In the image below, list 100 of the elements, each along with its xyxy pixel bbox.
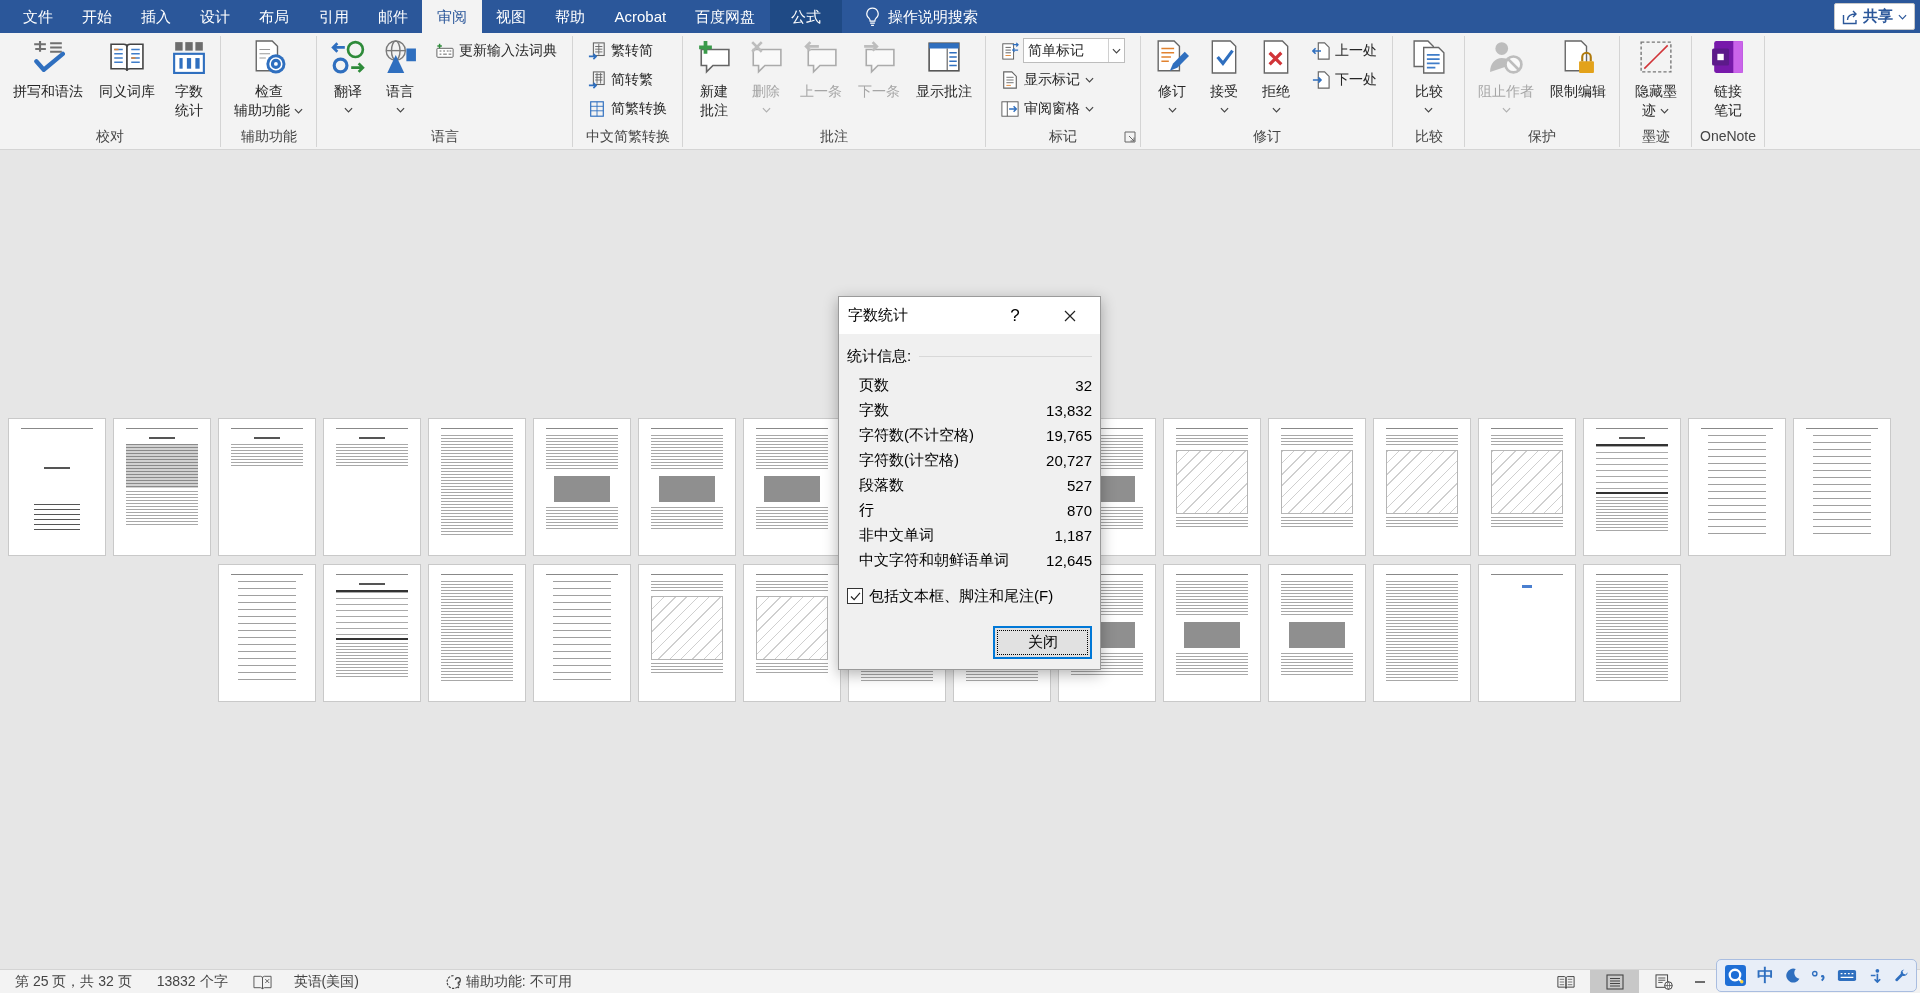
minus-icon: [1695, 980, 1705, 983]
ribbon-small-button[interactable]: 简繁转换: [583, 94, 672, 123]
group-label: 辅助功能: [239, 127, 298, 146]
translate-arrows-icon: [331, 40, 365, 74]
include-checkbox[interactable]: [847, 588, 863, 604]
ribbon-small-button[interactable]: 下一处: [1307, 65, 1382, 94]
group-label: 中文简繁转换: [584, 127, 671, 146]
word-count[interactable]: 13832 个字: [156, 972, 228, 991]
print-layout-button[interactable]: [1590, 970, 1639, 993]
comment-x-icon: [749, 40, 783, 74]
down-arrow-icon[interactable]: [1868, 968, 1883, 983]
right-arrow-document-icon: [1312, 70, 1330, 89]
group-label: 修订: [1251, 127, 1282, 146]
book-x-icon[interactable]: [252, 973, 272, 990]
comment-right-arrow-icon: [862, 40, 896, 74]
ribbon-small-button[interactable]: 繁转简: [583, 36, 672, 65]
dialog-title: 字数统计: [847, 306, 909, 325]
ribbon-button[interactable]: 同义词库: [92, 38, 162, 103]
ribbon-small-button[interactable]: 审阅窗格: [996, 94, 1130, 123]
convert-arrow-icon: [588, 70, 606, 89]
stat-value: 13,832: [1046, 402, 1092, 419]
ribbon-small-button[interactable]: 简转繁: [583, 65, 672, 94]
notebook-icon: [1711, 40, 1745, 74]
ribbon-button[interactable]: 翻译: [323, 38, 373, 115]
grid-icon: [588, 99, 606, 118]
ribbon-button[interactable]: 修订: [1147, 38, 1197, 115]
help-button[interactable]: ?: [1000, 300, 1030, 331]
stat-value: 1,187: [1054, 527, 1092, 544]
stat-label: 页数: [859, 376, 889, 395]
dialog-launcher-button[interactable]: [1124, 131, 1136, 143]
convert-arrow-icon: [588, 41, 606, 60]
page-lines-icon: [1605, 973, 1624, 990]
group-label: 校对: [95, 127, 125, 146]
share-button[interactable]: 共享: [1834, 3, 1915, 30]
ribbon-button[interactable]: 新建 批注: [689, 38, 739, 122]
close-dialog-button[interactable]: 关闭: [993, 626, 1092, 659]
ribbon-tab[interactable]: 邮件: [363, 0, 423, 33]
ribbon-button[interactable]: 链接 笔记: [1703, 38, 1753, 122]
page-info[interactable]: 第 25 页，共 32 页: [15, 972, 132, 991]
stat-label: 字符数(计空格): [859, 451, 959, 470]
ribbon-button[interactable]: 拒绝: [1251, 38, 1301, 115]
dashed-box-pen-icon: [1638, 40, 1673, 74]
tell-me-search-field[interactable]: 操作说明搜索: [887, 5, 998, 28]
ribbon-tab[interactable]: 开始: [67, 0, 127, 33]
stat-label: 字符数(不计空格): [859, 426, 974, 445]
keyboard-icon[interactable]: [1837, 969, 1857, 982]
ribbon-button[interactable]: 显示批注: [909, 38, 979, 103]
ribbon-button[interactable]: 语言: [375, 38, 425, 115]
group-label: 语言: [429, 127, 460, 146]
ribbon-tab[interactable]: 视图: [481, 0, 541, 33]
share-icon: [1842, 8, 1858, 25]
stat-label: 段落数: [859, 476, 904, 495]
checkmark-icon: [849, 591, 861, 601]
page-globe-icon: [1654, 973, 1673, 990]
document-lines-icon: [1001, 70, 1019, 89]
markup-dropdown[interactable]: 简单标记: [1023, 38, 1125, 63]
ribbon-tab[interactable]: 公式: [769, 0, 842, 33]
globe-icon: [383, 40, 417, 74]
moon-icon[interactable]: [1785, 968, 1800, 983]
punctuation-icon[interactable]: [1811, 968, 1826, 983]
left-arrow-document-icon: [1312, 41, 1330, 60]
ribbon-small-button[interactable]: 更新输入法词典: [431, 36, 562, 65]
stat-value: 527: [1066, 477, 1092, 494]
group-label: 批注: [819, 127, 849, 146]
group-label: 比较: [1413, 127, 1444, 146]
ribbon-tab[interactable]: Acrobat: [599, 0, 681, 33]
ribbon-button[interactable]: 字数 统计: [164, 38, 214, 122]
section-label: 统计信息:: [847, 346, 912, 366]
ribbon-tab[interactable]: 百度网盘: [680, 0, 770, 33]
ribbon-small-button[interactable]: 显示标记: [996, 65, 1130, 94]
stat-value: 19,765: [1046, 427, 1092, 444]
ribbon-tab[interactable]: 引用: [303, 0, 364, 33]
group-label: 标记: [1048, 127, 1078, 146]
ribbon-button[interactable]: 限制编辑: [1543, 38, 1613, 103]
ribbon-button[interactable]: 隐藏墨 迹: [1627, 38, 1684, 122]
ribbon-tab[interactable]: 帮助: [540, 0, 600, 33]
open-book-icon: [110, 40, 144, 74]
ribbon-tab[interactable]: 设计: [185, 0, 245, 33]
document-pencil-icon: [1155, 40, 1189, 74]
caret-icon: [1112, 47, 1121, 54]
stat-label: 行: [859, 501, 874, 520]
ribbon-small-button[interactable]: 上一处: [1307, 36, 1382, 65]
comment-plus-icon: [697, 40, 731, 74]
ribbon-button[interactable]: 检查 辅助功能: [227, 38, 310, 122]
magnifier-tile-icon[interactable]: [1725, 965, 1746, 986]
input-mode-toggle[interactable]: 中: [1757, 964, 1774, 987]
ribbon-button[interactable]: 拼写和语法: [6, 38, 90, 103]
language[interactable]: 英语(美国): [293, 972, 359, 991]
document-arrows-icon: [1001, 41, 1019, 60]
accessibility-status[interactable]: 辅助功能: 不可用: [465, 972, 572, 991]
ribbon-tab[interactable]: 插入: [126, 0, 186, 33]
ribbon-tab[interactable]: 文件: [8, 0, 68, 33]
ribbon-button[interactable]: 比较: [1403, 38, 1454, 115]
ribbon-tab[interactable]: 布局: [244, 0, 304, 33]
stat-value: 870: [1066, 502, 1092, 519]
ribbon-button[interactable]: 接受: [1199, 38, 1249, 115]
wrench-icon[interactable]: [1894, 968, 1909, 983]
checkbox-label[interactable]: 包括文本框、脚注和尾注(F): [869, 586, 1054, 606]
ribbon-tab[interactable]: 审阅: [422, 0, 482, 33]
group-label: 墨迹: [1640, 127, 1671, 146]
